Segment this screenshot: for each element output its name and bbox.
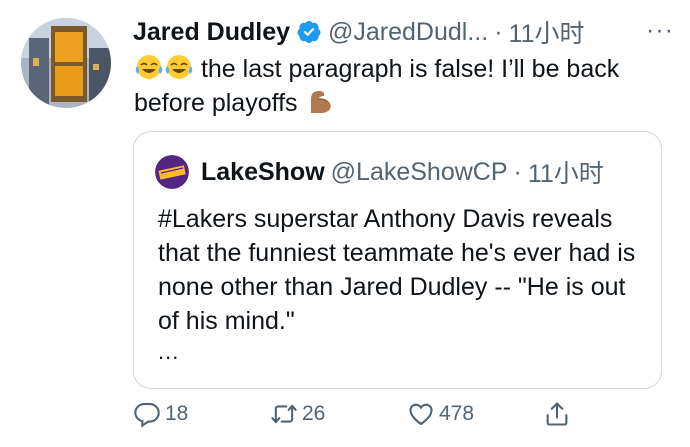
retweet-button[interactable]: 26 — [270, 400, 325, 428]
heart-icon — [409, 403, 433, 426]
avatar[interactable] — [21, 18, 111, 108]
reply-button[interactable]: 18 — [133, 400, 188, 428]
flexed-biceps-emoji-icon — [310, 91, 331, 113]
like-button[interactable]: 478 — [407, 400, 474, 428]
quoted-tweet-header: LakeShow @LakeShowCP · 11小时 — [155, 154, 604, 190]
quoted-timestamp[interactable]: 11小时 — [528, 154, 604, 190]
tweet-text: the last paragraph is false! I’ll be bac… — [134, 52, 654, 120]
quoted-tweet-text: #Lakers superstar Anthony Davis reveals … — [158, 205, 636, 335]
separator-dot: · — [494, 17, 503, 46]
tweet-header: Jared Dudley @JaredDudl... · 11小时 — [133, 14, 584, 50]
quoted-text-ellipsis: ... — [158, 339, 180, 364]
retweet-count: 26 — [302, 402, 326, 425]
retweet-icon — [271, 404, 297, 424]
lakeshow-logo-icon — [155, 155, 189, 189]
quoted-avatar[interactable] — [155, 155, 189, 189]
verified-badge-icon — [297, 20, 321, 44]
share-button[interactable] — [543, 400, 575, 428]
quoted-separator-dot: · — [513, 157, 522, 186]
tweet-actions: 18 26 478 — [133, 400, 633, 436]
tweet: Jared Dudley @JaredDudl... · 11小时 ··· th… — [0, 0, 690, 447]
timestamp[interactable]: 11小时 — [509, 14, 585, 50]
tears-of-joy-emoji-icon — [135, 55, 163, 79]
reply-icon — [134, 403, 160, 428]
quoted-author-handle[interactable]: @LakeShowCP — [331, 158, 508, 187]
author-handle[interactable]: @JaredDudl... — [328, 18, 488, 47]
author-name[interactable]: Jared Dudley — [133, 18, 290, 47]
tweet-body: the last paragraph is false! I’ll be bac… — [134, 55, 620, 117]
quoted-author-name[interactable]: LakeShow — [201, 158, 325, 187]
avatar-image — [21, 18, 111, 108]
reply-count: 18 — [165, 402, 189, 425]
quoted-tweet[interactable]: LakeShow @LakeShowCP · 11小时 #Lakers supe… — [133, 131, 662, 389]
share-icon — [546, 402, 568, 426]
like-count: 478 — [439, 402, 475, 425]
more-options-icon[interactable]: ··· — [646, 18, 674, 43]
tears-of-joy-emoji-icon — [165, 55, 193, 79]
